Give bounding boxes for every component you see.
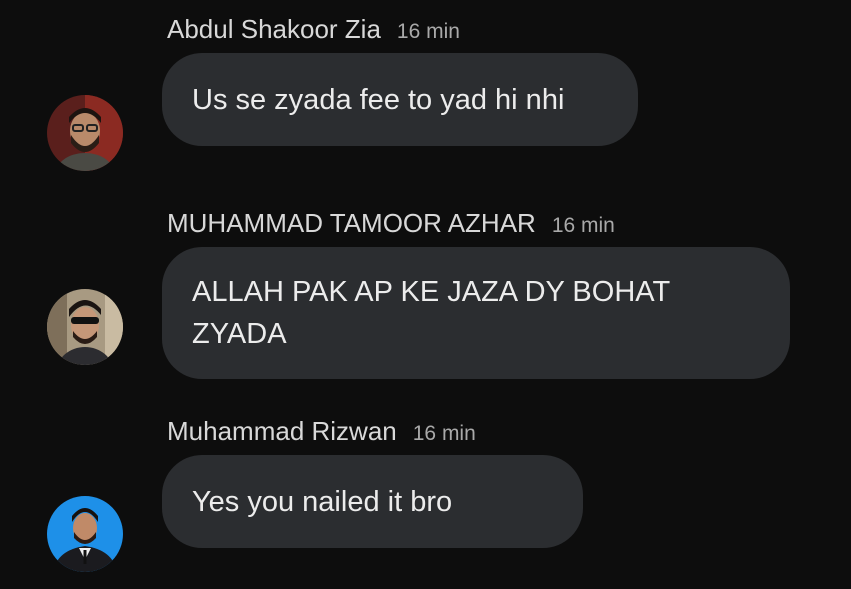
comment-text: ALLAH PAK AP KE JAZA DY BOHAT ZYADA bbox=[192, 276, 670, 350]
user-photo-icon bbox=[47, 289, 123, 365]
comment-bubble[interactable]: ALLAH PAK AP KE JAZA DY BOHAT ZYADA bbox=[162, 247, 790, 379]
user-photo-icon bbox=[47, 496, 123, 572]
comment-meta: Abdul Shakoor Zia 16 min bbox=[167, 14, 460, 45]
timestamp: 16 min bbox=[551, 214, 615, 237]
user-photo-icon bbox=[47, 95, 123, 171]
timestamp: 16 min bbox=[412, 422, 476, 445]
comment-text: Us se zyada fee to yad hi nhi bbox=[192, 83, 565, 116]
avatar[interactable] bbox=[47, 289, 123, 365]
comment-thread: Abdul Shakoor Zia 16 min Us se zyada fee… bbox=[0, 0, 851, 589]
comment-text: Yes you nailed it bro bbox=[192, 485, 453, 518]
author-name[interactable]: MUHAMMAD TAMOOR AZHAR bbox=[167, 208, 536, 239]
comment-meta: Muhammad Rizwan 16 min bbox=[167, 416, 476, 447]
timestamp: 16 min bbox=[396, 20, 460, 43]
comment-bubble[interactable]: Us se zyada fee to yad hi nhi bbox=[162, 53, 638, 146]
author-name[interactable]: Abdul Shakoor Zia bbox=[167, 14, 381, 45]
avatar[interactable] bbox=[47, 95, 123, 171]
comment-meta: MUHAMMAD TAMOOR AZHAR 16 min bbox=[167, 208, 615, 239]
comment-bubble[interactable]: Yes you nailed it bro bbox=[162, 455, 583, 548]
author-name[interactable]: Muhammad Rizwan bbox=[167, 416, 397, 447]
avatar[interactable] bbox=[47, 496, 123, 572]
